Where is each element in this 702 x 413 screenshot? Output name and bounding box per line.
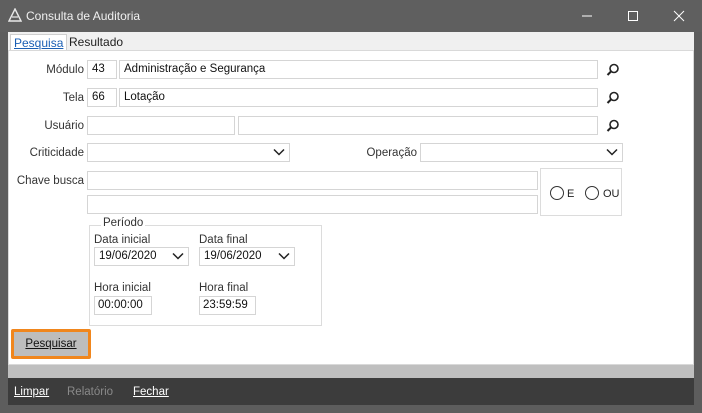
radio-e-label: E (567, 188, 575, 200)
hora-final-label: Hora final (199, 282, 249, 294)
chevron-down-icon (273, 148, 285, 156)
tela-label: Tela (62, 92, 84, 104)
radio-e[interactable] (550, 186, 564, 200)
modulo-search-icon[interactable] (605, 62, 621, 78)
tab-resultado[interactable]: Resultado (66, 34, 126, 50)
tab-strip: Pesquisa Resultado (8, 32, 694, 51)
tela-code-input[interactable]: 66 (87, 88, 117, 107)
bottom-toolbar: Limpar Relatório Fechar (8, 378, 694, 405)
title-bar: Consulta de Auditoria (0, 0, 702, 32)
chevron-down-icon (278, 252, 290, 260)
usuario-code-input[interactable] (87, 116, 235, 135)
periodo-legend: Período (101, 217, 146, 229)
window-title: Consulta de Auditoria (26, 9, 141, 23)
data-inicial-value: 19/06/2020 (99, 250, 157, 262)
pesquisar-button-label: Pesquisar (25, 338, 77, 350)
data-final-picker[interactable]: 19/06/2020 (199, 247, 295, 266)
close-icon (673, 10, 685, 22)
operacao-label: Operação (366, 147, 417, 159)
fechar-button[interactable]: Fechar (133, 386, 169, 398)
chevron-down-icon (606, 148, 618, 156)
maximize-icon (628, 11, 638, 21)
logic-radio-group: E OU (540, 168, 622, 216)
hora-inicial-input[interactable]: 00:00:00 (94, 296, 152, 315)
modulo-code-input[interactable]: 43 (87, 60, 117, 79)
chevron-down-icon (172, 252, 184, 260)
usuario-name-input[interactable] (238, 116, 598, 135)
data-final-label: Data final (199, 234, 248, 246)
usuario-label: Usuário (44, 120, 84, 132)
hora-final-input[interactable]: 23:59:59 (199, 296, 256, 315)
window: Consulta de Auditoria Pesquisa Resultado… (0, 0, 702, 413)
usuario-search-icon[interactable] (605, 118, 621, 134)
app-logo-icon (8, 8, 22, 22)
data-inicial-label: Data inicial (94, 234, 151, 246)
chave-busca-label: Chave busca (16, 175, 84, 187)
tela-name-input[interactable]: Lotação (119, 88, 598, 107)
modulo-name-input[interactable]: Administração e Segurança (119, 60, 598, 79)
radio-ou-label: OU (603, 188, 620, 200)
hora-inicial-label: Hora inicial (94, 282, 151, 294)
relatorio-button[interactable]: Relatório (67, 386, 113, 398)
criticidade-label: Criticidade (29, 147, 84, 159)
search-panel: Módulo 43 Administração e Segurança Tela… (8, 50, 694, 365)
chave-busca-input-1[interactable] (87, 171, 538, 190)
data-inicial-picker[interactable]: 19/06/2020 (94, 247, 189, 266)
operacao-select[interactable] (420, 143, 623, 162)
maximize-button[interactable] (610, 0, 656, 32)
limpar-button[interactable]: Limpar (14, 386, 49, 398)
status-bar (8, 365, 694, 378)
data-final-value: 19/06/2020 (204, 250, 262, 262)
minimize-button[interactable] (564, 0, 610, 32)
chave-busca-input-2[interactable] (87, 195, 538, 214)
radio-ou[interactable] (585, 186, 599, 200)
tela-search-icon[interactable] (605, 90, 621, 106)
modulo-label: Módulo (46, 64, 84, 76)
criticidade-select[interactable] (87, 143, 290, 162)
pesquisar-button[interactable]: Pesquisar (11, 329, 91, 359)
minimize-icon (582, 15, 592, 17)
tab-pesquisa[interactable]: Pesquisa (10, 34, 68, 51)
close-button[interactable] (656, 0, 702, 32)
